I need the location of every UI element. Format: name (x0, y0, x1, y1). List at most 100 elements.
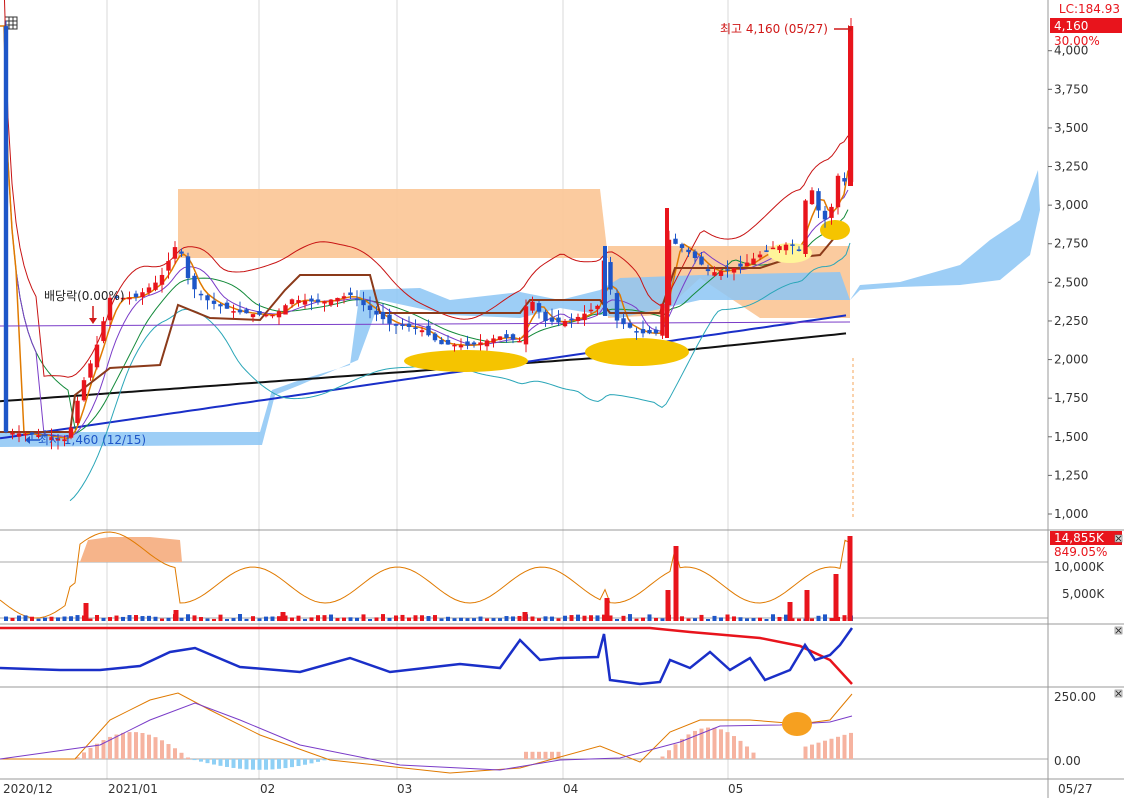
macd-bar (842, 734, 847, 759)
candle-body (88, 363, 93, 378)
volume-bar (43, 617, 47, 621)
price-tick-label: 3,250 (1054, 160, 1088, 174)
volume-bar (595, 615, 600, 621)
close-icon[interactable] (1114, 534, 1123, 543)
macd-bar (186, 757, 190, 759)
candle-body (348, 292, 353, 296)
volume-bar (771, 614, 775, 621)
close-icon[interactable] (1114, 689, 1123, 698)
highlight-ellipse (585, 338, 689, 366)
volume-bar (621, 615, 626, 621)
candle-body (705, 269, 711, 272)
macd-bar (667, 750, 671, 759)
candle-body (172, 247, 178, 259)
macd-bar (134, 732, 138, 759)
macd-bar (264, 759, 268, 770)
candle-body (237, 309, 243, 313)
candle-body (289, 299, 295, 305)
volume-bar (218, 614, 223, 621)
x-label-03: 03 (397, 782, 412, 796)
volume-bar (816, 615, 821, 621)
candle-body (491, 338, 496, 343)
macd-bar (725, 732, 730, 759)
macd-bar (816, 742, 821, 759)
candle-body (140, 292, 145, 298)
volume-bar (192, 615, 197, 621)
candle-body (523, 306, 529, 345)
volume-spike (83, 603, 89, 621)
macd-bar (719, 729, 723, 759)
candle-body (10, 432, 15, 435)
volume-bar (238, 614, 242, 621)
candle-body (101, 321, 106, 342)
candle-body (562, 320, 568, 327)
close-icon[interactable] (1114, 626, 1123, 635)
macd-bar (660, 756, 665, 759)
macd-bar (803, 746, 808, 759)
macd-bar (322, 759, 327, 761)
macd-bar (251, 759, 255, 770)
volume-bar (335, 618, 340, 621)
volume-bar (329, 614, 333, 621)
candle-body (354, 298, 360, 301)
candle-body (504, 334, 509, 338)
macd-bar (238, 759, 242, 769)
volume-bar (309, 617, 314, 621)
volume-pct: 849.05% (1054, 545, 1107, 559)
candle-body (725, 269, 730, 271)
high-annotation: 최고 4,160 (05/27) (720, 22, 828, 36)
candle-body (627, 323, 633, 328)
candle-body (588, 309, 594, 312)
volume-bar (641, 617, 645, 621)
macd-bar (283, 759, 288, 769)
macd-bar (199, 759, 203, 762)
volume-bar (719, 617, 723, 621)
candle-body (530, 301, 535, 311)
candle-body (419, 330, 425, 333)
macd-bar (836, 736, 840, 759)
volume-spike (673, 546, 679, 621)
volume-bar (95, 615, 99, 621)
volume-bar (296, 615, 301, 621)
candle-body (283, 305, 288, 315)
candle-body (367, 305, 373, 311)
volume-tick-10000: 10,000K (1054, 560, 1105, 574)
candle-body (185, 256, 191, 278)
candle-body (712, 272, 717, 276)
macd-bar (706, 727, 710, 759)
volume-bar (10, 617, 15, 621)
candle-body (179, 251, 184, 254)
volume-bar (550, 616, 554, 621)
macd-bar (82, 752, 86, 759)
volume-bar (745, 618, 749, 621)
candle-body (809, 190, 815, 205)
volume-bar (114, 615, 119, 621)
macd-bar (218, 759, 223, 766)
candle-body (569, 318, 574, 321)
candle-body (374, 310, 379, 315)
volume-bar (62, 616, 67, 621)
volume-bar (615, 618, 619, 621)
volume-bar (758, 617, 762, 621)
candle-body (517, 340, 522, 343)
volume-bar (69, 616, 73, 621)
candle-body (582, 313, 587, 321)
macd-tick-250: 250.00 (1054, 690, 1096, 704)
macd-bar (829, 738, 834, 759)
macd-bar (712, 727, 717, 759)
volume-bar (563, 615, 567, 621)
volume-bar (56, 617, 60, 621)
macd-bar (257, 759, 262, 770)
volume-bar (231, 618, 236, 621)
volume-bar (751, 618, 756, 621)
volume-bar (485, 618, 489, 621)
volume-bar (647, 614, 652, 621)
volume-bar (478, 616, 483, 621)
candle-body (634, 331, 639, 333)
macd-bar (673, 744, 678, 759)
volume-bar (75, 615, 80, 621)
macd-bar (114, 734, 119, 759)
candle-body (263, 314, 269, 317)
macd-bar (810, 744, 814, 759)
dividend-annotation: 배당락(0.00%) (44, 289, 125, 303)
